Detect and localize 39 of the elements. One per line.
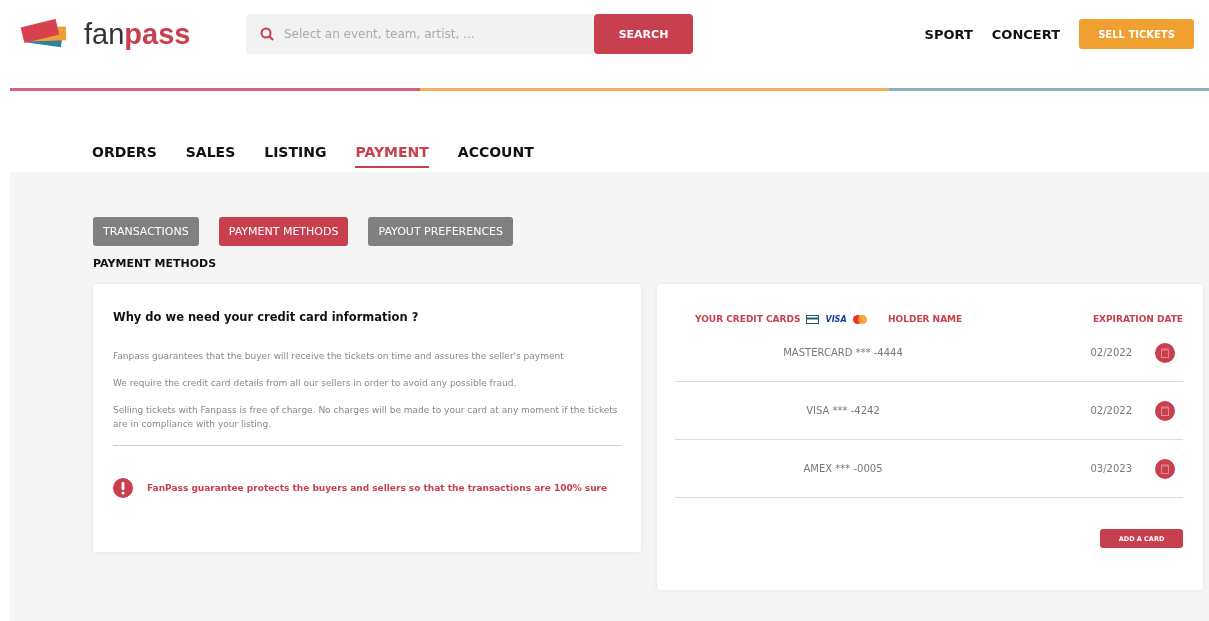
- mastercard-logo-icon: [852, 314, 867, 324]
- card-number: VISA *** -4242: [805, 405, 881, 416]
- column-header: HOLDER NAME: [888, 314, 964, 324]
- warning-icon: [113, 478, 133, 498]
- trash-icon: [1161, 463, 1169, 474]
- info-paragraph: Fanpass guarantees that the buyer will receive the tickets on time and assures the seller's payment: [113, 350, 565, 363]
- tab[interactable]: SALES: [185, 144, 236, 168]
- trash-icon: [1161, 405, 1169, 416]
- expiration-date: 02/2022: [1089, 347, 1132, 358]
- card-number: MASTERCARD *** -4444: [782, 347, 904, 358]
- guarantee-notice: FanPass guarantee protects the buyers and sellers so that the transactions are 100% sure: [147, 483, 608, 493]
- sub-tab[interactable]: PAYMENT METHODS: [218, 217, 349, 246]
- nav-link[interactable]: CONCERT: [991, 26, 1060, 42]
- trash-icon: [1161, 347, 1169, 358]
- tickets-logo-icon: [20, 19, 68, 49]
- logo-wordmark[interactable]: fanpass: [84, 17, 191, 51]
- info-title: Why do we need your credit card information ?: [113, 310, 420, 324]
- info-paragraph: We require the credit card details from all our sellers in order to avoid any possible fraud.: [113, 377, 518, 390]
- card-icon: [806, 314, 820, 324]
- tab[interactable]: ORDERS: [92, 144, 157, 168]
- search-field[interactable]: Select an event, team, artist, ...: [246, 14, 594, 54]
- card-number: AMEX *** -0005: [802, 463, 884, 474]
- tab[interactable]: ACCOUNT: [457, 144, 534, 168]
- tab[interactable]: PAYMENT: [355, 144, 429, 168]
- column-header: YOUR CREDIT CARDS: [695, 314, 801, 324]
- delete-button[interactable]: [1155, 458, 1175, 479]
- search-button[interactable]: SEARCH: [594, 14, 693, 54]
- info-paragraph: Selling tickets with Fanpass is free of charge. No charges will be made to your card at any moment if the tickets are in compliance with your listing.: [113, 404, 619, 431]
- delete-button[interactable]: [1155, 400, 1175, 421]
- sub-tab[interactable]: PAYOUT PREFERENCES: [368, 217, 514, 246]
- column-header: EXPIRATION DATE: [1092, 314, 1183, 324]
- expiration-date: 02/2022: [1089, 405, 1132, 416]
- sub-tab[interactable]: TRANSACTIONS: [93, 217, 199, 246]
- visa-logo: VISA: [825, 314, 847, 324]
- nav-link[interactable]: SPORT: [924, 26, 973, 42]
- section-title: PAYMENT METHODS: [93, 257, 218, 270]
- delete-button[interactable]: [1155, 342, 1175, 363]
- expiration-date: 03/2023: [1089, 463, 1132, 474]
- tab[interactable]: LISTING: [264, 144, 327, 168]
